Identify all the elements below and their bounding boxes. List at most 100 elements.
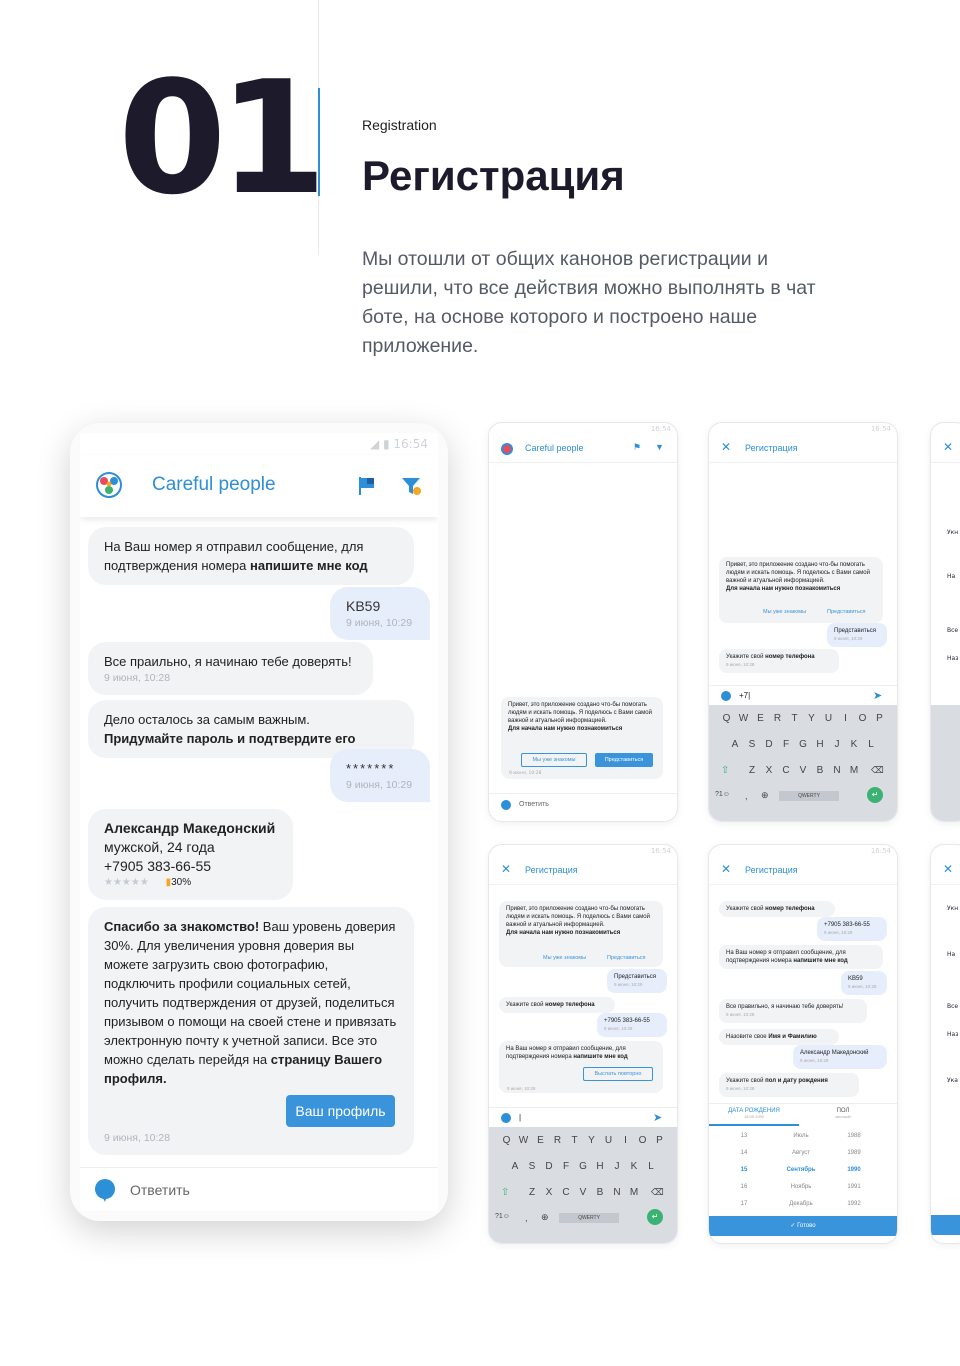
key[interactable]: L: [863, 739, 880, 750]
picker-item[interactable]: 1990: [839, 1162, 869, 1179]
date-picker[interactable]: ДАТА РОЖДЕНИЯ 15.09.1990 ПОЛ женский 13 1…: [709, 1103, 897, 1243]
key[interactable]: X: [761, 765, 778, 776]
key[interactable]: B: [592, 1187, 609, 1198]
key[interactable]: I: [837, 713, 854, 724]
close-icon[interactable]: ✕: [943, 862, 953, 876]
key[interactable]: E: [532, 1135, 549, 1146]
known-button[interactable]: Мы уже знакомы: [521, 753, 587, 767]
key[interactable]: J: [829, 739, 846, 750]
shift-icon[interactable]: ⇧: [721, 765, 729, 776]
key[interactable]: P: [871, 713, 888, 724]
key[interactable]: S: [744, 739, 761, 750]
key[interactable]: P: [651, 1135, 668, 1146]
picker-item[interactable]: Декабрь: [781, 1196, 821, 1213]
enter-icon[interactable]: ↵: [647, 1209, 663, 1225]
profile-button[interactable]: Ваш профиль: [286, 1095, 395, 1127]
globe-icon[interactable]: ⊕: [761, 790, 769, 801]
key[interactable]: Q: [498, 1135, 515, 1146]
close-icon[interactable]: ✕: [501, 862, 511, 876]
picker-item[interactable]: Ноябрь: [781, 1179, 821, 1196]
keyboard[interactable]: QWERTYUIOP ASDFGHJKL ZXCVBNM ⇧ ⌫ ?1☺ , ⊕…: [489, 1127, 677, 1243]
key[interactable]: Z: [524, 1187, 541, 1198]
link-known[interactable]: Мы уже знакомы: [763, 609, 806, 615]
key-row-3[interactable]: ZXCVBNM: [709, 765, 897, 776]
keyboard[interactable]: QWERTYUIOP ASDFGHJKL ZXCVBNM ⇧ ⌫ ?1☺ , ⊕…: [709, 705, 897, 821]
picker-item[interactable]: Июль: [781, 1128, 821, 1145]
app-logo-icon[interactable]: [95, 471, 123, 499]
key[interactable]: T: [566, 1135, 583, 1146]
key-row-1[interactable]: QWERTYUIOP: [489, 1135, 677, 1146]
key[interactable]: Y: [803, 713, 820, 724]
picker-column-day[interactable]: 13 14 15 16 17: [729, 1128, 759, 1213]
key-row-2[interactable]: ASDFGHJKL: [709, 739, 897, 750]
send-icon[interactable]: ➤: [653, 1111, 662, 1124]
space-key[interactable]: QWERTY: [779, 791, 839, 801]
key[interactable]: N: [829, 765, 846, 776]
picker-item[interactable]: 16: [729, 1179, 759, 1196]
picker-item[interactable]: 1991: [839, 1179, 869, 1196]
close-icon[interactable]: ✕: [721, 862, 731, 876]
send-icon[interactable]: ➤: [873, 689, 882, 702]
chat-area[interactable]: На Ваш номер я отправил сообщение, для п…: [80, 517, 438, 1167]
key-row-2[interactable]: ASDFGHJKL: [489, 1161, 677, 1172]
key-row-3[interactable]: ZXCVBNM: [489, 1187, 677, 1198]
input-row[interactable]: | ➤: [489, 1107, 677, 1127]
key[interactable]: L: [643, 1161, 660, 1172]
tab-birthdate[interactable]: ДАТА РОЖДЕНИЯ 15.09.1990: [709, 1108, 799, 1126]
picker-item[interactable]: 14: [729, 1145, 759, 1162]
picker-item[interactable]: 1988: [839, 1128, 869, 1145]
key[interactable]: R: [549, 1135, 566, 1146]
picker-item[interactable]: Август: [781, 1145, 821, 1162]
key[interactable]: K: [846, 739, 863, 750]
key[interactable]: R: [769, 713, 786, 724]
key[interactable]: B: [812, 765, 829, 776]
link-introduce[interactable]: Представиться: [607, 955, 646, 961]
link-known[interactable]: Мы уже знакомы: [543, 955, 586, 961]
key[interactable]: F: [558, 1161, 575, 1172]
key[interactable]: Y: [583, 1135, 600, 1146]
picker-item[interactable]: 17: [729, 1196, 759, 1213]
key[interactable]: A: [507, 1161, 524, 1172]
key[interactable]: K: [626, 1161, 643, 1172]
key[interactable]: F: [778, 739, 795, 750]
key[interactable]: E: [752, 713, 769, 724]
key[interactable]: G: [795, 739, 812, 750]
key[interactable]: T: [786, 713, 803, 724]
key[interactable]: A: [727, 739, 744, 750]
picker-item[interactable]: 1992: [839, 1196, 869, 1213]
close-icon[interactable]: ✕: [721, 440, 731, 454]
resend-button[interactable]: Выслать повторно: [583, 1067, 653, 1081]
key[interactable]: J: [609, 1161, 626, 1172]
key[interactable]: V: [575, 1187, 592, 1198]
filter-icon[interactable]: [400, 475, 422, 497]
shift-icon[interactable]: ⇧: [501, 1187, 509, 1198]
tab-sex[interactable]: ПОЛ женский: [799, 1108, 887, 1126]
key[interactable]: Q: [718, 713, 735, 724]
key[interactable]: S: [524, 1161, 541, 1172]
comma-key[interactable]: ,: [525, 1213, 528, 1223]
flag-icon[interactable]: [356, 475, 378, 497]
key[interactable]: D: [541, 1161, 558, 1172]
text-cursor[interactable]: |: [519, 1113, 521, 1122]
picker-item[interactable]: 13: [729, 1128, 759, 1145]
picker-item[interactable]: Сентябрь: [781, 1162, 821, 1179]
key[interactable]: C: [558, 1187, 575, 1198]
sym-key[interactable]: ?1☺: [715, 791, 730, 798]
key[interactable]: U: [600, 1135, 617, 1146]
key[interactable]: M: [626, 1187, 643, 1198]
key[interactable]: O: [854, 713, 871, 724]
key[interactable]: M: [846, 765, 863, 776]
key[interactable]: H: [812, 739, 829, 750]
input-field[interactable]: +7|: [739, 691, 750, 700]
key[interactable]: O: [634, 1135, 651, 1146]
reply-bar[interactable]: Ответить: [489, 793, 677, 815]
key[interactable]: I: [617, 1135, 634, 1146]
done-button[interactable]: [931, 1215, 960, 1235]
keyboard[interactable]: [931, 705, 960, 821]
backspace-icon[interactable]: ⌫: [871, 765, 884, 776]
introduce-button[interactable]: Представиться: [595, 753, 653, 767]
sym-key[interactable]: ?1☺: [495, 1213, 510, 1220]
key[interactable]: G: [575, 1161, 592, 1172]
reply-bar[interactable]: Ответить: [80, 1167, 438, 1211]
close-icon[interactable]: ✕: [943, 440, 953, 454]
